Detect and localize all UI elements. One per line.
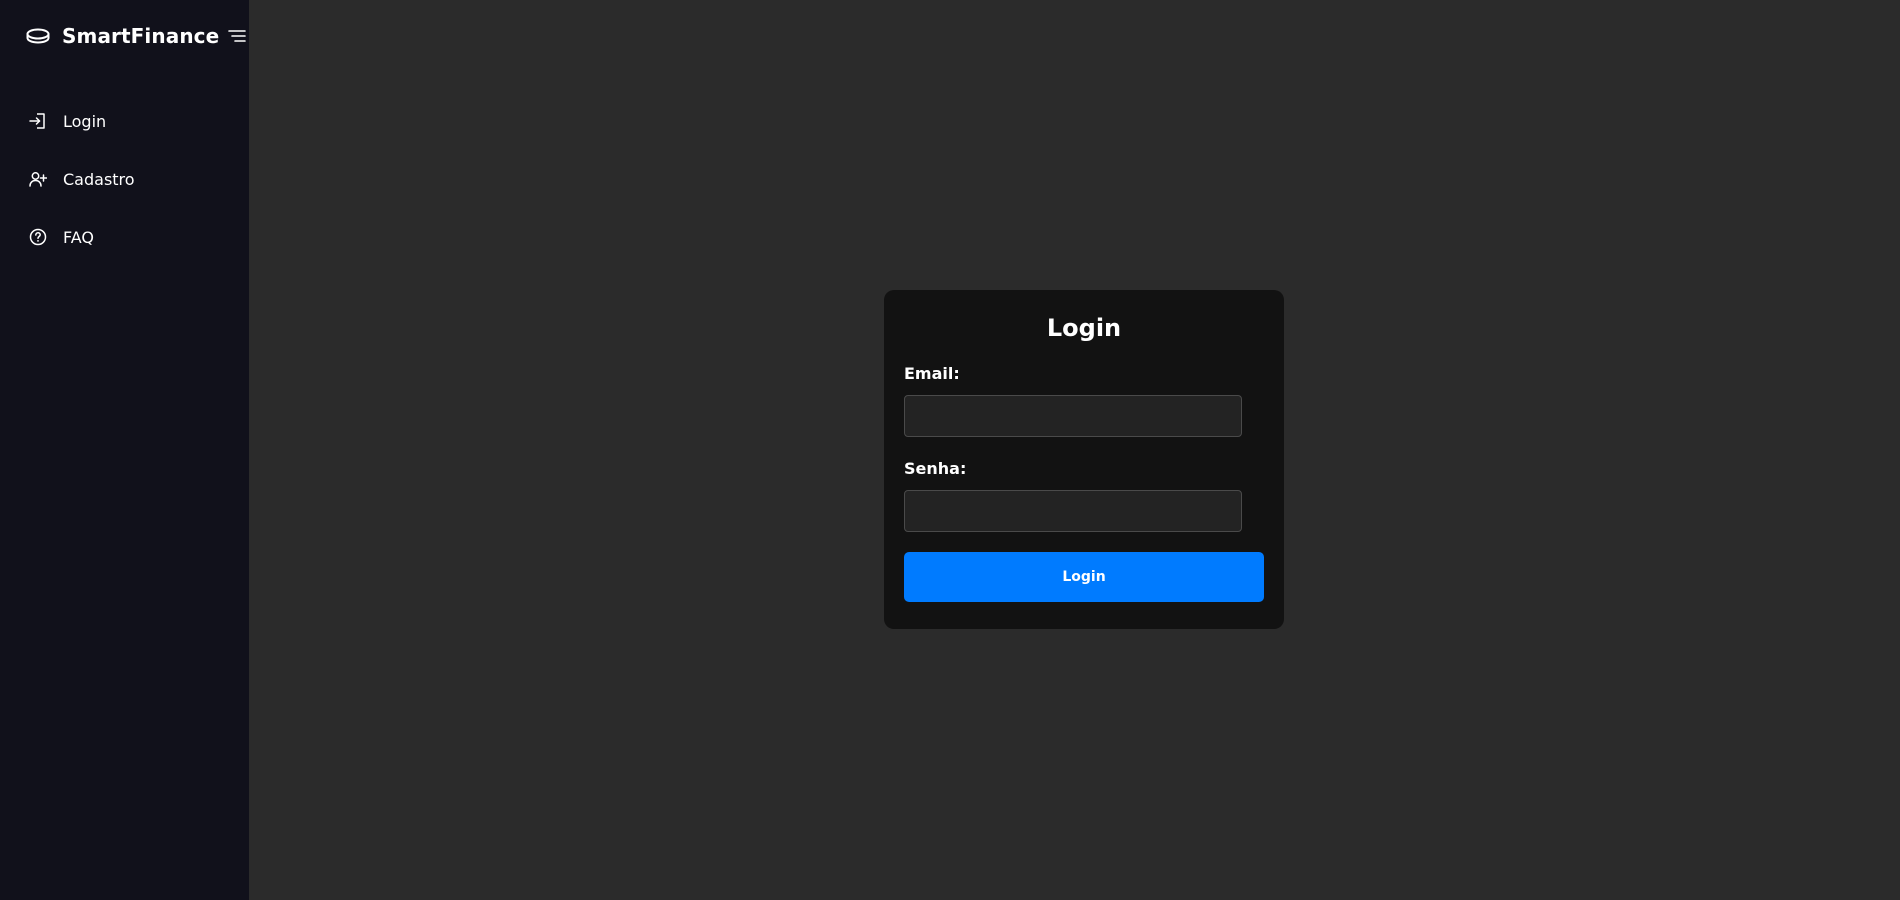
- login-card: Login Email: Senha: Login: [884, 290, 1284, 629]
- main-content: Login Email: Senha: Login: [249, 0, 1900, 900]
- login-button[interactable]: Login: [904, 552, 1264, 602]
- sidebar: SmartFinance Login Cadastro FAQ: [0, 0, 249, 900]
- sidebar-item-label: Cadastro: [63, 169, 135, 189]
- coin-icon: [26, 28, 50, 44]
- email-input[interactable]: [904, 395, 1242, 437]
- brand-name[interactable]: SmartFinance: [62, 24, 219, 48]
- email-field-group: Email:: [904, 364, 1264, 437]
- sidebar-nav: Login Cadastro FAQ: [0, 92, 249, 266]
- sidebar-item-login[interactable]: Login: [0, 92, 249, 150]
- user-plus-icon: [29, 170, 47, 188]
- brand-header: SmartFinance: [0, 0, 249, 72]
- menu-toggle-icon[interactable]: [228, 29, 247, 43]
- login-title: Login: [1046, 314, 1122, 342]
- sidebar-item-faq[interactable]: FAQ: [0, 208, 249, 266]
- password-label: Senha:: [904, 459, 967, 478]
- sidebar-item-label: FAQ: [63, 227, 94, 247]
- help-circle-icon: [29, 228, 47, 246]
- sidebar-item-label: Login: [63, 111, 107, 131]
- password-input[interactable]: [904, 490, 1242, 532]
- app-root: SmartFinance Login Cadastro FAQ Login Em…: [0, 0, 1900, 900]
- password-field-group: Senha:: [904, 459, 1264, 532]
- sidebar-item-cadastro[interactable]: Cadastro: [0, 150, 249, 208]
- login-icon: [29, 112, 47, 130]
- email-label: Email:: [904, 364, 960, 383]
